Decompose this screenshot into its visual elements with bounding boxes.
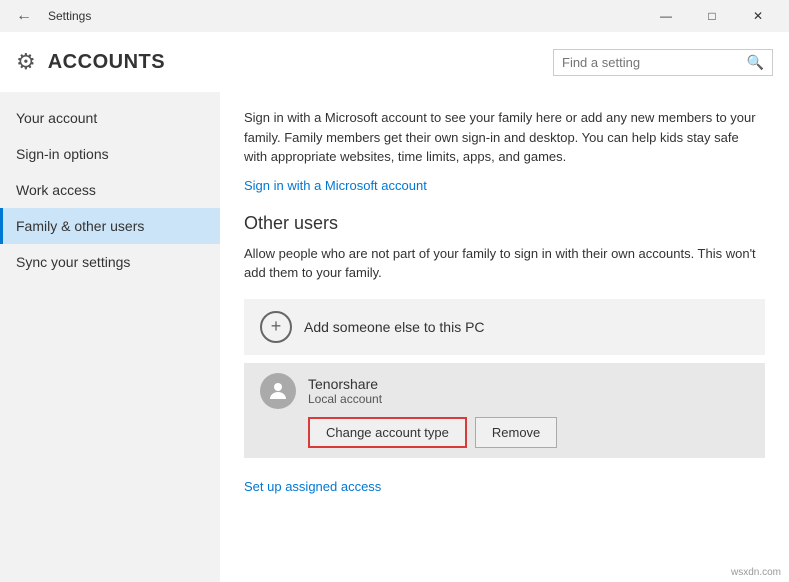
assigned-access-link[interactable]: Set up assigned access [244,479,381,494]
sidebar-item-family-other-users[interactable]: Family & other users [0,208,220,244]
avatar [260,373,296,409]
main-content: Your account Sign-in options Work access… [0,92,789,582]
titlebar-left: ← Settings [8,0,91,32]
app-shell: ⚙ ACCOUNTS 🔍 Your account Sign-in option… [0,32,789,582]
search-input[interactable] [562,55,741,70]
titlebar: ← Settings — □ ✕ [0,0,789,32]
watermark: wsxdn.com [731,567,781,578]
ms-account-link[interactable]: Sign in with a Microsoft account [244,178,427,193]
page-title: ACCOUNTS [48,51,541,74]
add-user-label: Add someone else to this PC [304,319,485,335]
sidebar-item-signin-options[interactable]: Sign-in options [0,136,220,172]
user-row-buttons: Change account type Remove [260,417,749,448]
search-icon: 🔍 [747,54,764,71]
sidebar-item-sync-settings[interactable]: Sync your settings [0,244,220,280]
maximize-button[interactable]: □ [689,0,735,32]
content-area: Sign in with a Microsoft account to see … [220,92,789,582]
titlebar-title: Settings [48,9,91,23]
accounts-icon: ⚙ [16,49,36,75]
user-row: Tenorshare Local account Change account … [244,363,765,458]
sidebar-item-your-account[interactable]: Your account [0,100,220,136]
change-account-type-button[interactable]: Change account type [308,417,467,448]
app-header: ⚙ ACCOUNTS 🔍 [0,32,789,92]
add-user-icon: + [260,311,292,343]
remove-button[interactable]: Remove [475,417,557,448]
search-box[interactable]: 🔍 [553,49,773,76]
user-name: Tenorshare [308,376,382,392]
user-row-top: Tenorshare Local account [260,373,749,409]
close-button[interactable]: ✕ [735,0,781,32]
other-users-desc: Allow people who are not part of your fa… [244,244,765,283]
add-user-row[interactable]: + Add someone else to this PC [244,299,765,355]
family-description: Sign in with a Microsoft account to see … [244,108,765,167]
titlebar-controls: — □ ✕ [643,0,781,32]
assigned-access-section: Set up assigned access [244,478,765,494]
back-icon: ← [16,7,32,25]
minimize-button[interactable]: — [643,0,689,32]
back-button[interactable]: ← [8,0,40,32]
user-account-type: Local account [308,392,382,406]
user-info: Tenorshare Local account [308,376,382,406]
sidebar-item-work-access[interactable]: Work access [0,172,220,208]
sidebar: Your account Sign-in options Work access… [0,92,220,582]
other-users-title: Other users [244,213,765,234]
